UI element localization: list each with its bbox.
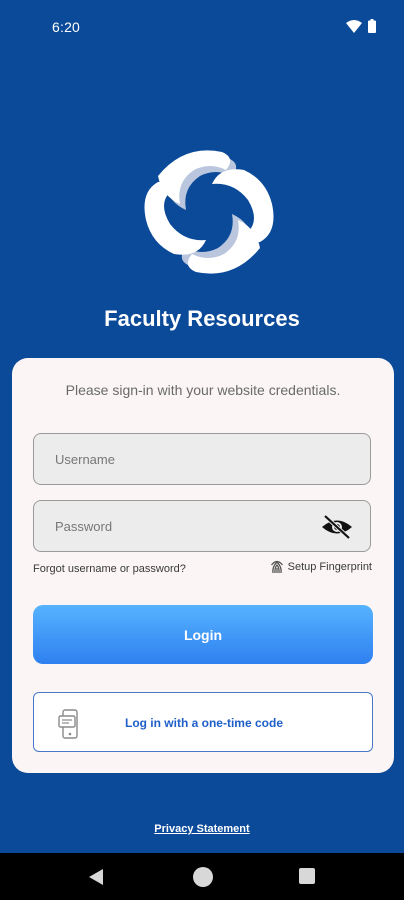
login-card: Please sign-in with your website credent…	[12, 358, 394, 773]
username-field-container	[33, 433, 371, 485]
privacy-statement-link[interactable]: Privacy Statement	[0, 823, 404, 835]
username-field[interactable]	[34, 434, 370, 484]
status-icons	[346, 19, 376, 33]
one-time-code-button[interactable]: Log in with a one-time code	[33, 692, 373, 752]
status-time: 6:20	[52, 19, 81, 35]
forgot-credentials-link[interactable]: Forgot username or password?	[33, 563, 186, 575]
status-bar: 6:20	[0, 0, 404, 54]
one-time-code-label: Log in with a one-time code	[124, 716, 283, 730]
wifi-icon	[346, 19, 362, 33]
fingerprint-icon	[270, 560, 283, 574]
home-icon[interactable]	[193, 867, 213, 887]
recents-icon[interactable]	[299, 868, 315, 884]
login-button[interactable]: Login	[33, 605, 373, 664]
battery-icon	[368, 19, 376, 33]
eye-off-icon[interactable]	[320, 514, 354, 540]
app-logo	[138, 146, 280, 278]
setup-fingerprint-label: Setup Fingerprint	[287, 561, 372, 573]
navigation-bar	[0, 853, 404, 900]
sign-in-subtitle: Please sign-in with your website credent…	[65, 382, 341, 398]
app-title: Faculty Resources	[104, 306, 300, 331]
password-field-container	[33, 500, 371, 552]
back-icon[interactable]	[88, 868, 104, 886]
setup-fingerprint-link[interactable]: Setup Fingerprint	[270, 559, 372, 575]
